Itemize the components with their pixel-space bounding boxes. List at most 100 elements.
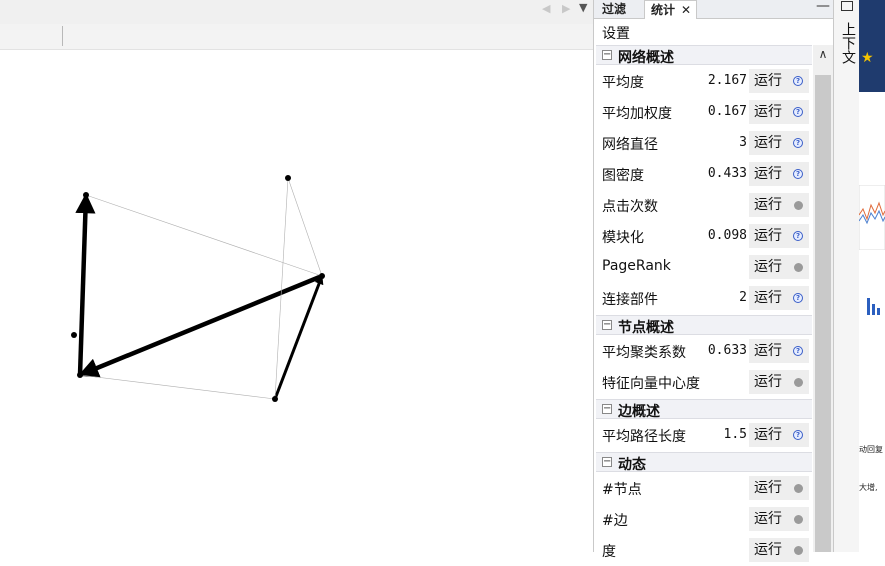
section-title: 动态 bbox=[618, 457, 646, 473]
graph-node[interactable] bbox=[285, 175, 291, 181]
status-dot-icon bbox=[794, 546, 803, 555]
help-icon[interactable]: ? bbox=[793, 76, 803, 86]
context-tab[interactable]: 上下文 bbox=[840, 22, 856, 64]
help-icon[interactable]: ? bbox=[793, 107, 803, 117]
graph-edge[interactable] bbox=[78, 273, 323, 378]
statistic-row: PageRank 运行 bbox=[594, 252, 812, 283]
next-tab-arrow-icon[interactable]: ▶ bbox=[562, 2, 570, 15]
run-button[interactable]: 运行 bbox=[749, 69, 787, 93]
help-icon[interactable]: ? bbox=[793, 293, 803, 303]
run-button[interactable]: 运行 bbox=[749, 224, 787, 248]
graph-node[interactable] bbox=[272, 396, 278, 402]
previous-tab-arrow-icon[interactable]: ◀ bbox=[542, 2, 550, 15]
graph-edge[interactable] bbox=[79, 374, 276, 400]
statistic-label: #节点 bbox=[602, 482, 642, 498]
statistic-row: 网络直径 3 运行? bbox=[594, 128, 812, 159]
graph-edge[interactable] bbox=[85, 194, 323, 277]
help-icon[interactable]: ? bbox=[793, 169, 803, 179]
info-button[interactable]: ? bbox=[787, 100, 809, 124]
info-button[interactable]: ? bbox=[787, 339, 809, 363]
status-dot-icon bbox=[794, 263, 803, 272]
run-button[interactable]: 运行 bbox=[749, 286, 787, 310]
info-button[interactable]: ? bbox=[787, 69, 809, 93]
info-button[interactable]: ? bbox=[787, 162, 809, 186]
statistic-label: 模块化 bbox=[602, 230, 644, 246]
settings-row[interactable]: 设置 bbox=[594, 19, 834, 45]
graph-node[interactable] bbox=[83, 192, 89, 198]
section-header[interactable]: − 节点概述 bbox=[596, 315, 812, 336]
info-button[interactable]: ? bbox=[787, 423, 809, 447]
minimize-icon[interactable]: — bbox=[816, 0, 830, 14]
statistic-row: 平均聚类系数 0.633 运行? bbox=[594, 336, 812, 367]
graph-node[interactable] bbox=[319, 273, 325, 279]
info-button[interactable] bbox=[787, 538, 809, 562]
info-button[interactable] bbox=[787, 255, 809, 279]
info-button[interactable] bbox=[787, 370, 809, 394]
graph-edge[interactable] bbox=[287, 177, 323, 277]
run-button[interactable]: 运行 bbox=[749, 423, 787, 447]
scroll-up-icon[interactable]: ∧ bbox=[813, 47, 833, 61]
statistic-row: 平均度 2.167 运行? bbox=[594, 66, 812, 97]
statistic-value: 0.098 bbox=[707, 228, 747, 243]
statistic-row: 图密度 0.433 运行? bbox=[594, 159, 812, 190]
background-window: ★ 动回复 大增, bbox=[859, 0, 885, 552]
run-button[interactable]: 运行 bbox=[749, 476, 787, 500]
status-dot-icon bbox=[794, 378, 803, 387]
graph-toolbar bbox=[0, 24, 593, 50]
section-header[interactable]: − 动态 bbox=[596, 452, 812, 473]
section-header[interactable]: − 边概述 bbox=[596, 399, 812, 420]
statistic-row: 平均加权度 0.167 运行? bbox=[594, 97, 812, 128]
settings-label[interactable]: 设置 bbox=[602, 23, 630, 43]
info-button[interactable] bbox=[787, 476, 809, 500]
statistic-value: 1.5 bbox=[723, 427, 747, 442]
help-icon[interactable]: ? bbox=[793, 430, 803, 440]
statistic-value: 2.167 bbox=[707, 73, 747, 88]
close-icon[interactable]: ✕ bbox=[681, 1, 691, 19]
graph-edge[interactable] bbox=[75, 192, 96, 376]
help-icon[interactable]: ? bbox=[793, 138, 803, 148]
run-button[interactable]: 运行 bbox=[749, 100, 787, 124]
statistic-label: 平均聚类系数 bbox=[602, 345, 686, 361]
graph-canvas[interactable] bbox=[0, 50, 593, 552]
run-button[interactable]: 运行 bbox=[749, 538, 787, 562]
run-button[interactable]: 运行 bbox=[749, 255, 787, 279]
run-button[interactable]: 运行 bbox=[749, 339, 787, 363]
statistic-label: 平均路径长度 bbox=[602, 429, 686, 445]
vertical-scrollbar[interactable]: ∧ bbox=[813, 45, 833, 552]
graph-view[interactable]: ◀ ▶ ▼ bbox=[0, 0, 593, 552]
section-title: 节点概述 bbox=[618, 320, 674, 336]
tab-list-dropdown-icon[interactable]: ▼ bbox=[579, 1, 587, 14]
graph-node[interactable] bbox=[77, 372, 83, 378]
run-button[interactable]: 运行 bbox=[749, 131, 787, 155]
context-side-strip: 上下文 bbox=[833, 0, 859, 552]
statistic-row: 模块化 0.098 运行? bbox=[594, 221, 812, 252]
info-button[interactable] bbox=[787, 193, 809, 217]
tab-statistics[interactable]: 统计 ✕ bbox=[644, 0, 697, 19]
graph-node[interactable] bbox=[71, 332, 77, 338]
run-button[interactable]: 运行 bbox=[749, 507, 787, 531]
section-title: 网络概述 bbox=[618, 50, 674, 66]
status-dot-icon bbox=[794, 484, 803, 493]
info-button[interactable] bbox=[787, 507, 809, 531]
status-dot-icon bbox=[794, 515, 803, 524]
run-button[interactable]: 运行 bbox=[749, 162, 787, 186]
help-icon[interactable]: ? bbox=[793, 231, 803, 241]
info-button[interactable]: ? bbox=[787, 131, 809, 155]
info-button[interactable]: ? bbox=[787, 286, 809, 310]
collapse-toggle-icon[interactable]: − bbox=[602, 404, 612, 414]
star-icon: ★ bbox=[861, 50, 874, 66]
scrollbar-thumb[interactable] bbox=[815, 75, 831, 552]
tab-filter[interactable]: 过滤 bbox=[596, 0, 632, 19]
collapse-toggle-icon[interactable]: − bbox=[602, 50, 612, 60]
restore-window-icon[interactable] bbox=[841, 1, 853, 11]
statistic-value: 0.633 bbox=[707, 343, 747, 358]
collapse-toggle-icon[interactable]: − bbox=[602, 457, 612, 467]
section-header[interactable]: − 网络概述 bbox=[596, 45, 812, 66]
run-button[interactable]: 运行 bbox=[749, 193, 787, 217]
status-dot-icon bbox=[794, 201, 803, 210]
statistic-value: 0.433 bbox=[707, 166, 747, 181]
collapse-toggle-icon[interactable]: − bbox=[602, 320, 612, 330]
info-button[interactable]: ? bbox=[787, 224, 809, 248]
help-icon[interactable]: ? bbox=[793, 346, 803, 356]
run-button[interactable]: 运行 bbox=[749, 370, 787, 394]
